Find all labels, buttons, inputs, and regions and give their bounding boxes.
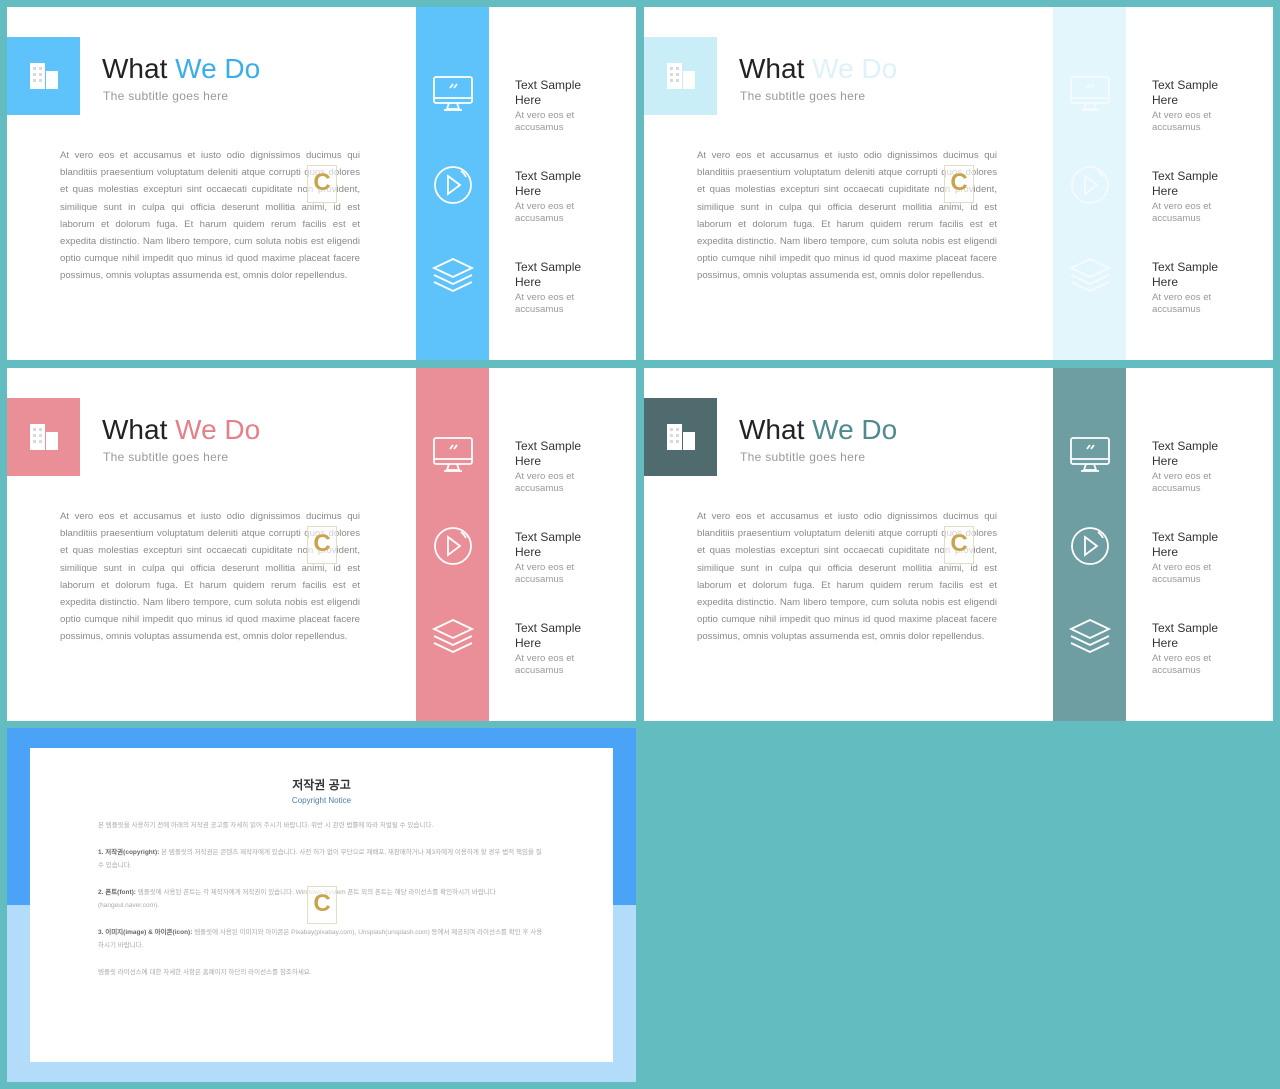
feature-item: Text Sample Here At vero eos et accusamus <box>515 260 582 315</box>
layers-icon <box>1067 614 1113 660</box>
play-icon <box>1067 523 1113 569</box>
slide-subtitle: The subtitle goes here <box>740 450 866 464</box>
notice-section: 3. 이미지(image) & 아이콘(icon): 템플릿에 사용된 이미지와… <box>98 929 543 949</box>
play-icon <box>430 162 476 208</box>
notice-footer: 템플릿 라이선스에 대한 자세한 사항은 홈페이지 하단의 라이선스를 참조하세… <box>98 969 312 976</box>
layers-icon <box>1067 253 1113 299</box>
copyright-notice-slide: 저작권 공고 Copyright Notice 본 템플릿을 사용하기 전에 아… <box>7 728 636 1082</box>
watermark-logo: C <box>944 165 974 203</box>
slide-subtitle: The subtitle goes here <box>740 89 866 103</box>
feature-item: Text Sample Here At vero eos et accusamus <box>1152 530 1219 585</box>
monitor-icon <box>430 71 476 117</box>
icon-band <box>416 368 489 721</box>
slide-1: What We Do The subtitle goes here At ver… <box>7 7 636 360</box>
slide-title: What We Do <box>102 414 261 445</box>
icon-band <box>1053 368 1126 721</box>
watermark-logo: C <box>307 886 337 924</box>
watermark-logo: C <box>307 526 337 564</box>
notice-title: 저작권 공고 <box>292 778 351 792</box>
notice-card: 저작권 공고 Copyright Notice 본 템플릿을 사용하기 전에 아… <box>30 748 613 1062</box>
layers-icon <box>430 253 476 299</box>
feature-item: Text Sample Here At vero eos et accusamus <box>515 78 582 133</box>
icon-band <box>1053 7 1126 360</box>
feature-item: Text Sample Here At vero eos et accusamus <box>515 621 582 676</box>
play-icon <box>1067 162 1113 208</box>
building-icon <box>644 37 717 115</box>
slide-title: What We Do <box>739 414 898 445</box>
feature-item: Text Sample Here At vero eos et accusamus <box>1152 621 1219 676</box>
feature-item: Text Sample Here At vero eos et accusamus <box>1152 78 1219 133</box>
slide-subtitle: The subtitle goes here <box>103 89 229 103</box>
notice-section: 1. 저작권(copyright): 본 템플릿의 저작권은 콘텐츠 제작자에게… <box>98 849 542 869</box>
watermark-logo: C <box>944 526 974 564</box>
slide-title: What We Do <box>739 53 898 84</box>
slide-subtitle: The subtitle goes here <box>103 450 229 464</box>
monitor-icon <box>1067 432 1113 478</box>
feature-item: Text Sample Here At vero eos et accusamus <box>1152 439 1219 494</box>
building-icon <box>7 37 80 115</box>
feature-item: Text Sample Here At vero eos et accusamus <box>1152 169 1219 224</box>
layers-icon <box>430 614 476 660</box>
building-icon <box>7 398 80 476</box>
monitor-icon <box>430 432 476 478</box>
notice-subtitle: Copyright Notice <box>291 796 352 805</box>
feature-item: Text Sample Here At vero eos et accusamus <box>515 530 582 585</box>
play-icon <box>430 523 476 569</box>
feature-item: Text Sample Here At vero eos et accusamus <box>515 169 582 224</box>
icon-band <box>416 7 489 360</box>
slide-3: What We Do The subtitle goes here At ver… <box>7 368 636 721</box>
watermark-logo: C <box>307 165 337 203</box>
slide-title: What We Do <box>102 53 261 84</box>
feature-item: Text Sample Here At vero eos et accusamus <box>515 439 582 494</box>
feature-item: Text Sample Here At vero eos et accusamus <box>1152 260 1219 315</box>
slide-2: What We Do The subtitle goes here At ver… <box>644 7 1273 360</box>
notice-intro: 본 템플릿을 사용하기 전에 아래의 저작권 공고를 자세히 읽어 주시기 바랍… <box>98 822 434 829</box>
building-icon <box>644 398 717 476</box>
slide-4: What We Do The subtitle goes here At ver… <box>644 368 1273 721</box>
monitor-icon <box>1067 71 1113 117</box>
